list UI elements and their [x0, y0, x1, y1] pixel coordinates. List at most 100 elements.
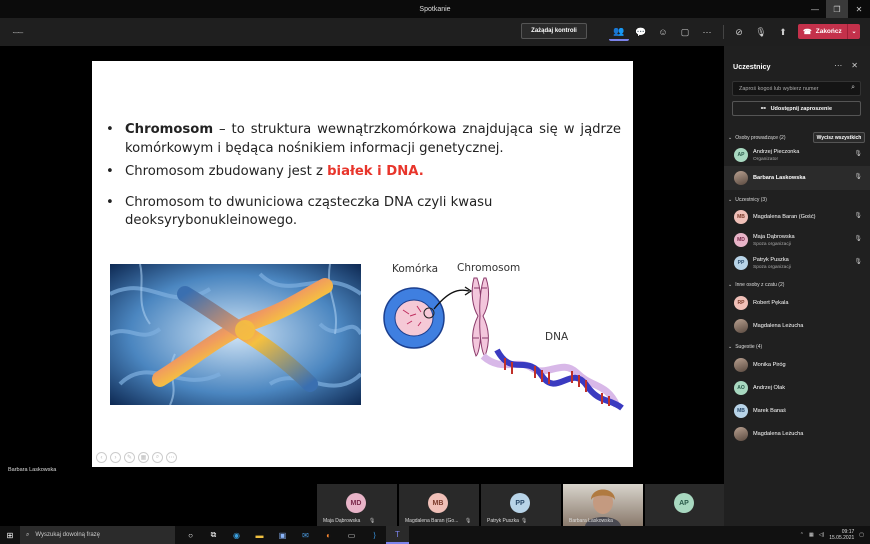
participant-role: Organizator — [753, 157, 779, 162]
avatar: PP — [510, 493, 530, 513]
share-invite-label: Udostępnij zaproszenie — [770, 105, 833, 112]
section-chat[interactable]: ⌄ Inne osoby z czatu (2) — [728, 282, 784, 288]
tray-chevron-icon[interactable]: ⌃ — [800, 532, 804, 538]
participants-icon[interactable]: 👥 — [609, 23, 629, 41]
avatar: PP — [734, 256, 748, 270]
section-presenters[interactable]: ⌄ Osoby prowadzące (2) — [728, 135, 786, 141]
participant-row[interactable]: Magdalena Leżucha — [734, 319, 864, 339]
clock[interactable]: 09:17 15.05.2021 — [829, 529, 854, 541]
chat-icon[interactable]: 💬 — [631, 23, 651, 41]
avatar: MD — [734, 233, 748, 247]
edge-icon[interactable]: ◉ — [225, 526, 248, 544]
participant-row[interactable]: Monika Piróg — [734, 358, 864, 378]
toolbar-divider — [723, 25, 724, 39]
mic-off-icon: 🎙 — [369, 518, 376, 524]
participant-row[interactable]: Magdalena Leżucha — [734, 427, 864, 447]
mic-off-icon[interactable]: 🎙 — [751, 23, 771, 41]
participant-row[interactable]: MB Marek Banaś — [734, 404, 864, 424]
participant-row[interactable]: BL Barbara Laskowska 🎙 — [734, 171, 864, 191]
shared-content-stage: Chromosom – to struktura wewnątrzkomórko… — [0, 46, 723, 484]
vscode-icon[interactable]: ⟩ — [363, 526, 386, 544]
rooms-icon[interactable]: ▢ — [675, 23, 695, 41]
avatar: MB — [734, 210, 748, 224]
file-explorer-icon[interactable]: ▬ — [248, 526, 271, 544]
chevron-down-icon: ⌄ — [728, 197, 733, 203]
mail-icon[interactable]: ✉ — [294, 526, 317, 544]
more-actions-icon[interactable]: ⋯ — [697, 23, 717, 41]
restore-icon[interactable]: ❐ — [826, 0, 848, 18]
share-screen-icon[interactable]: ⬆ — [773, 23, 793, 41]
composition-text: Chromosom zbudowany jest z — [125, 164, 328, 179]
firefox-icon[interactable]: ◐ — [317, 526, 340, 544]
terminal-icon[interactable]: ▭ — [340, 526, 363, 544]
highlight-text: białek i DNA — [327, 164, 419, 179]
end-call-button[interactable]: ☎ Zakończ ⌄ — [798, 24, 860, 39]
participant-strip: MD Maja Dąbrowska 🎙 MB Magdalena Baran (… — [0, 484, 725, 526]
section-suggestions[interactable]: ⌄ Sugestie (4) — [728, 344, 762, 350]
mic-icon: 🎙 — [854, 174, 862, 180]
request-control-button[interactable]: Zażądaj kontroli — [521, 23, 587, 39]
participant-name: Magdalena Baran (Gość) — [753, 214, 816, 220]
participant-tile[interactable]: AP — [645, 484, 725, 526]
section-label: Inne osoby z czatu (2) — [735, 282, 785, 288]
avatar: RP — [734, 296, 748, 310]
more-options-icon[interactable]: ⋯ — [166, 452, 177, 463]
slide-controls: ‹ › ✎ ▦ ⌕ ⋯ — [96, 452, 177, 463]
cortana-icon[interactable]: ○ — [179, 526, 202, 544]
participant-name: Patryk Puszka — [753, 257, 789, 263]
participant-row[interactable]: RP Robert Pękala — [734, 296, 864, 316]
participant-row[interactable]: PP Patryk Puszka Spoza organizacji 🎙 — [734, 256, 864, 276]
camera-off-icon[interactable]: ⊘ — [729, 23, 749, 41]
teams-icon[interactable]: T — [386, 526, 409, 544]
store-icon[interactable]: ▣ — [271, 526, 294, 544]
next-slide-icon[interactable]: › — [110, 452, 121, 463]
minimize-icon[interactable]: — — [804, 0, 826, 18]
zoom-icon[interactable]: ⌕ — [152, 452, 163, 463]
volume-icon[interactable]: ◁) — [819, 532, 825, 538]
cell-drawing — [383, 287, 445, 349]
close-icon[interactable]: ✕ — [848, 0, 870, 18]
prev-slide-icon[interactable]: ‹ — [96, 452, 107, 463]
panel-more-icon[interactable]: ⋯ — [834, 61, 842, 70]
mic-off-icon: 🎙 — [854, 151, 862, 157]
windows-start-icon[interactable]: ⊞ — [0, 526, 20, 544]
avatar: MB — [428, 493, 448, 513]
participant-name: Andrzej Olak — [753, 385, 786, 391]
participant-row[interactable]: MD Maja Dąbrowska Spoza organizacji 🎙 — [734, 233, 864, 253]
participants-panel: Uczestnicy ⋯ ✕ Zaproś kogoś lub wybierz … — [724, 46, 870, 526]
participant-tile[interactable]: MD Maja Dąbrowska 🎙 — [317, 484, 397, 526]
bullet-definition: Chromosom – to struktura wewnątrzkomórko… — [106, 121, 621, 158]
task-view-icon[interactable]: ⧉ — [202, 526, 225, 544]
participant-row[interactable]: AP Andrzej Pieczonka Organizator 🎙 — [734, 148, 864, 168]
section-label: Osoby prowadzące (2) — [735, 135, 786, 141]
avatar: BL — [734, 171, 748, 185]
slides-grid-icon[interactable]: ▦ — [138, 452, 149, 463]
section-attendees[interactable]: ⌄ Uczestnicy (3) — [728, 197, 767, 203]
avatar: AP — [734, 148, 748, 162]
participant-tile[interactable]: MB Magdalena Baran (Go... 🎙 — [399, 484, 479, 526]
participant-row[interactable]: MB Magdalena Baran (Gość) 🎙 — [734, 210, 864, 230]
participant-tile-video[interactable]: Barbara Laskowska — [563, 484, 643, 526]
chevron-down-icon: ⌄ — [728, 135, 733, 141]
avatar — [734, 358, 748, 372]
presenter-name: Barbara Laskowska — [8, 467, 57, 473]
network-icon[interactable]: ▦ — [809, 532, 814, 538]
participant-row[interactable]: AO Andrzej Olak — [734, 381, 864, 401]
chevron-down-icon[interactable]: ⌄ — [847, 24, 860, 39]
share-invite-button[interactable]: ⚯ Udostępnij zaproszenie — [732, 101, 861, 116]
reactions-icon[interactable]: ☺ — [653, 23, 673, 41]
avatar: AO — [734, 381, 748, 395]
slide-bullets: Chromosom – to struktura wewnątrzkomórko… — [106, 121, 621, 231]
drag-handle-icon[interactable]: ·–·– — [12, 28, 23, 37]
panel-close-icon[interactable]: ✕ — [851, 61, 858, 70]
invite-search-input[interactable]: Zaproś kogoś lub wybierz numer ⌕ — [732, 81, 861, 96]
cell-chromosome-dna-diagram: Komórka Chromosom DNA — [383, 262, 624, 411]
taskbar-search-placeholder: Wyszukaj dowolną frazę — [35, 532, 101, 538]
mute-all-button[interactable]: Wycisz wszystkich — [813, 132, 865, 143]
avatar: MD — [346, 493, 366, 513]
notifications-icon[interactable]: ▢ — [859, 532, 864, 538]
taskbar-search[interactable]: ⌕ Wyszukaj dowolną frazę — [20, 526, 175, 544]
pen-icon[interactable]: ✎ — [124, 452, 135, 463]
tile-name: Barbara Laskowska — [569, 518, 613, 524]
participant-tile[interactable]: PP Patryk Puszka 🎙 — [481, 484, 561, 526]
